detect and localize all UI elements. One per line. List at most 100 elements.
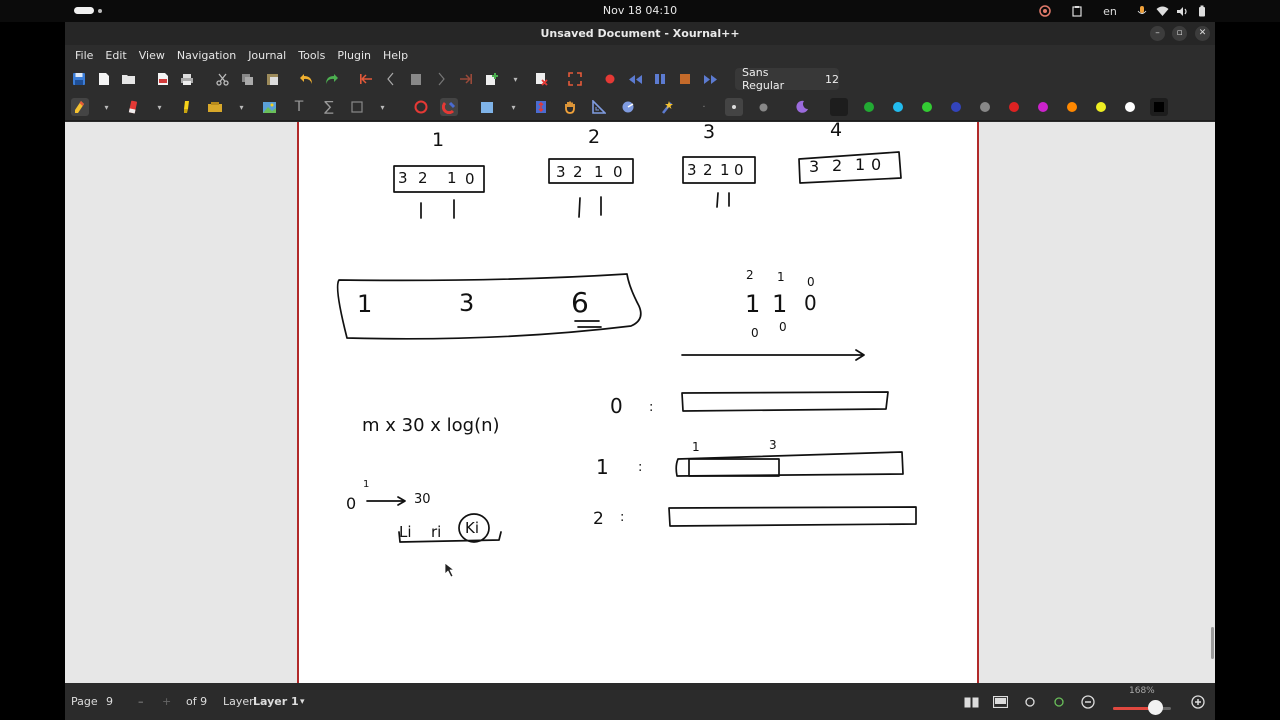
- pause-icon[interactable]: [651, 70, 669, 88]
- vertical-scrollbar-thumb[interactable]: [1211, 627, 1214, 659]
- color-blue-button[interactable]: [951, 102, 961, 112]
- dual-page-layout-icon[interactable]: [962, 693, 980, 711]
- menu-edit[interactable]: Edit: [99, 49, 132, 62]
- insert-picture-icon[interactable]: [260, 98, 278, 116]
- zoom-fit-icon[interactable]: [1021, 693, 1039, 711]
- next-page-icon[interactable]: [432, 70, 450, 88]
- color-light-green-button[interactable]: [922, 102, 932, 112]
- goto-page-icon[interactable]: [407, 70, 425, 88]
- close-button[interactable]: ✕: [1195, 26, 1210, 41]
- layer-dropdown-icon[interactable]: ▾: [300, 697, 305, 707]
- insert-page-dropdown-icon[interactable]: ▾: [511, 70, 520, 88]
- default-tool-icon[interactable]: [657, 98, 675, 116]
- clipboard-icon[interactable]: [1069, 3, 1085, 19]
- delete-page-icon[interactable]: [532, 70, 550, 88]
- menu-file[interactable]: File: [69, 49, 99, 62]
- menu-view[interactable]: View: [133, 49, 171, 62]
- color-black-button[interactable]: [830, 98, 848, 116]
- menu-help[interactable]: Help: [377, 49, 414, 62]
- new-document-icon[interactable]: [95, 70, 113, 88]
- minimize-button[interactable]: –: [1150, 26, 1165, 41]
- insert-page-icon[interactable]: [483, 70, 501, 88]
- paste-icon[interactable]: [263, 70, 281, 88]
- cut-icon[interactable]: [213, 70, 231, 88]
- system-clock[interactable]: Nov 18 04:10: [0, 4, 1280, 17]
- stop-icon[interactable]: [676, 70, 694, 88]
- shape-dropdown-icon[interactable]: ▾: [378, 98, 387, 116]
- fill-icon[interactable]: [793, 98, 811, 116]
- zoom-in-icon[interactable]: [1189, 693, 1207, 711]
- pen-tool-icon[interactable]: [71, 98, 89, 116]
- copy-icon[interactable]: [238, 70, 256, 88]
- color-orange-button[interactable]: [1067, 102, 1077, 112]
- highlighter-tool-icon[interactable]: [177, 98, 195, 116]
- thin-line-icon[interactable]: ·: [695, 98, 713, 116]
- fullscreen-icon[interactable]: [566, 70, 584, 88]
- undo-icon[interactable]: [297, 70, 315, 88]
- font-selector-button[interactable]: Sans Regular 12: [735, 66, 839, 92]
- eraser-dropdown-icon[interactable]: ▾: [155, 98, 164, 116]
- save-icon[interactable]: [70, 70, 88, 88]
- document-page[interactable]: 1 2 3 4 3 2 1 0 3 2 1 0 3 2 1 0 3 2 1 0 …: [297, 122, 979, 683]
- select-rectangle-icon[interactable]: [478, 98, 496, 116]
- redo-icon[interactable]: [322, 70, 340, 88]
- menu-tools[interactable]: Tools: [292, 49, 331, 62]
- print-icon[interactable]: [178, 70, 196, 88]
- thick-line-icon[interactable]: [754, 98, 772, 116]
- bit-box-3-ticks: [716, 192, 730, 208]
- zoom-slider-knob[interactable]: [1147, 700, 1163, 715]
- main-toolbar: ▾ Sans Regular 12: [65, 65, 1215, 93]
- ruler-magnet-icon[interactable]: [440, 98, 458, 116]
- rewind-icon[interactable]: [626, 70, 644, 88]
- pen-dropdown-icon[interactable]: ▾: [102, 98, 111, 116]
- title-bar[interactable]: Unsaved Document - Xournal++ – ▫ ✕: [65, 22, 1215, 45]
- wifi-icon[interactable]: [1154, 3, 1170, 19]
- presentation-mode-icon[interactable]: [991, 693, 1009, 711]
- previous-page-icon[interactable]: [382, 70, 400, 88]
- zoom-100-icon[interactable]: [1050, 693, 1068, 711]
- record-icon[interactable]: [601, 70, 619, 88]
- image-dropdown-icon[interactable]: ▾: [237, 98, 246, 116]
- canvas-area[interactable]: 1 2 3 4 3 2 1 0 3 2 1 0 3 2 1 0 3 2 1 0 …: [65, 122, 1215, 683]
- bit-box-3-digit-0: 0: [734, 161, 744, 179]
- select-dropdown-icon[interactable]: ▾: [509, 98, 518, 116]
- page-increment-button[interactable]: +: [162, 695, 171, 708]
- microphone-icon[interactable]: [1134, 3, 1150, 19]
- latex-tool-icon[interactable]: ∑: [320, 98, 338, 116]
- color-green-button[interactable]: [864, 102, 874, 112]
- volume-icon[interactable]: [1174, 3, 1190, 19]
- page-number-input[interactable]: 9: [106, 695, 113, 708]
- battery-icon[interactable]: [1194, 3, 1210, 19]
- medium-line-icon[interactable]: [725, 98, 743, 116]
- export-pdf-icon[interactable]: [154, 70, 172, 88]
- last-page-icon[interactable]: [457, 70, 475, 88]
- eraser-tool-icon[interactable]: [124, 98, 142, 116]
- custom-color-button[interactable]: [1150, 98, 1168, 116]
- color-red-button[interactable]: [1009, 102, 1019, 112]
- menu-plugin[interactable]: Plugin: [331, 49, 377, 62]
- color-light-blue-button[interactable]: [893, 102, 903, 112]
- first-page-icon[interactable]: [357, 70, 375, 88]
- menu-journal[interactable]: Journal: [242, 49, 292, 62]
- menu-navigation[interactable]: Navigation: [171, 49, 242, 62]
- image-tool-icon[interactable]: [206, 98, 224, 116]
- maximize-button[interactable]: ▫: [1172, 26, 1187, 41]
- vertical-space-icon[interactable]: [532, 98, 550, 116]
- color-white-button[interactable]: [1125, 102, 1135, 112]
- color-yellow-button[interactable]: [1096, 102, 1106, 112]
- text-tool-icon[interactable]: T: [290, 98, 308, 116]
- compass-icon[interactable]: [619, 98, 637, 116]
- record-indicator-icon[interactable]: [1037, 3, 1053, 19]
- color-gray-button[interactable]: [980, 102, 990, 112]
- fast-forward-icon[interactable]: [701, 70, 719, 88]
- layer-selector[interactable]: Layer 1: [253, 695, 299, 708]
- hand-tool-icon[interactable]: [561, 98, 579, 116]
- shape-recognizer-icon[interactable]: [412, 98, 430, 116]
- page-decrement-button[interactable]: –: [138, 695, 144, 708]
- keyboard-layout-indicator[interactable]: en: [1098, 3, 1122, 19]
- zoom-out-icon[interactable]: [1079, 693, 1097, 711]
- open-folder-icon[interactable]: [119, 70, 137, 88]
- shape-tool-icon[interactable]: [348, 98, 366, 116]
- color-magenta-button[interactable]: [1038, 102, 1048, 112]
- setsquare-icon[interactable]: [590, 98, 608, 116]
